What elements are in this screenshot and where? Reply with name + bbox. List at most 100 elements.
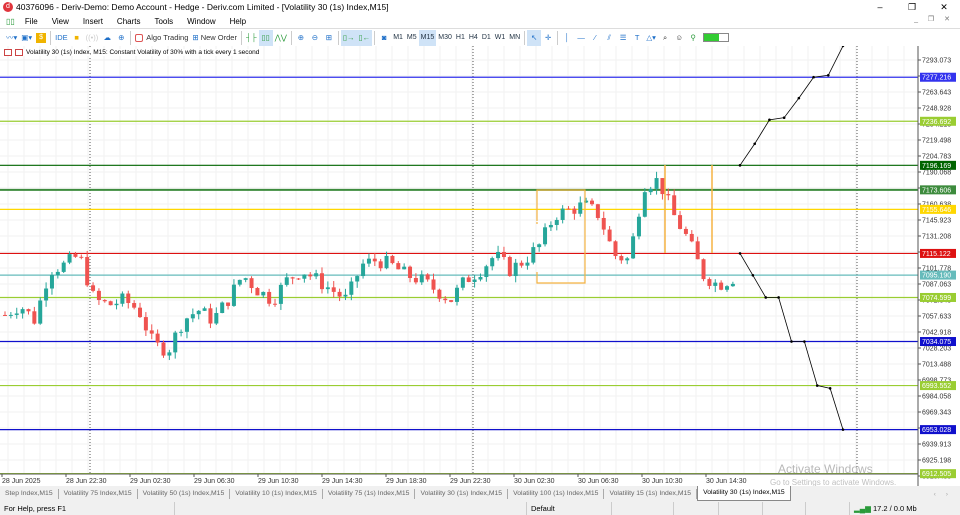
chart-tab[interactable]: Volatility 10 (1s) Index,M15 [230,489,323,499]
minimize-button[interactable]: – [864,0,896,14]
level-price-label: 6993.552 [922,383,951,390]
grid-icon[interactable]: ⊞ [322,30,336,46]
tab-scroll-arrows[interactable]: ‹ › [934,491,960,498]
bull-candle [484,266,489,278]
text-icon[interactable]: T [630,30,644,46]
search-icon[interactable]: ⌕ [658,30,672,46]
menu-file[interactable]: File [18,17,45,26]
trendline-icon[interactable]: ⁄ [588,30,602,46]
line-chart-icon[interactable]: ⋀⋁ [273,30,289,46]
menu-insert[interactable]: Insert [76,17,110,26]
signal-icon: ▂▄▆ [854,504,873,513]
chart-tab[interactable]: Volatility 50 (1s) Index,M15 [138,489,231,499]
projection-point [797,96,801,100]
account-icon[interactable]: ☺ [672,30,686,46]
zoom-in-icon[interactable]: ⊕ [294,30,308,46]
bar-chart-icon[interactable]: ┤├ [244,30,259,46]
bull-candle [525,262,530,266]
price-chart[interactable]: 7293.0737278.3587263.6437248.9287234.213… [0,46,960,486]
bull-candle [314,273,319,277]
timeframe-h4[interactable]: H4 [467,34,480,41]
crosshair-icon[interactable]: ✛ [541,30,555,46]
algo-trading-button[interactable]: Algo Trading [133,30,190,46]
channel-icon[interactable]: ⫽ [602,30,616,46]
menu-charts[interactable]: Charts [110,17,148,26]
chart-tab[interactable]: Volatility 75 Index,M15 [59,489,138,499]
indicator-list-icon[interactable] [4,49,12,56]
timeframe-m5[interactable]: M5 [405,34,419,41]
projection-point [803,340,806,343]
bear-candle [390,255,395,264]
time-tick-label: 29 Jun 10:30 [258,478,299,485]
menu-view[interactable]: View [45,17,76,26]
bear-candle [108,301,113,306]
timeframe-h1[interactable]: H1 [454,34,467,41]
horizontal-line-icon[interactable]: — [574,30,588,46]
timeframe-m15[interactable]: M15 [418,29,437,46]
screenshot-icon[interactable]: ◙ [377,30,391,46]
close-button[interactable]: ✕ [928,0,960,14]
menu-tools[interactable]: Tools [147,17,180,26]
bear-candle [96,290,101,301]
bear-candle [296,278,301,280]
ide-button[interactable]: IDE [53,30,70,46]
level-price-label: 7095.190 [922,273,951,280]
chart-tab[interactable]: Volatility 30 (1s) Index,M15 [697,486,791,501]
strategy-tester-icon[interactable]: ■ [70,30,84,46]
signals-icon[interactable]: ((•)) [84,30,101,46]
symbol-icon[interactable] [15,49,23,56]
price-tick-label: 7013.488 [922,362,951,369]
bull-candle [419,274,424,283]
vps-icon[interactable]: ⊕ [114,30,128,46]
cloud-icon[interactable]: ☁ [100,30,114,46]
bear-candle [91,285,96,291]
menu-help[interactable]: Help [223,17,253,26]
chart-shift-icon[interactable]: ▯← [356,29,373,46]
bull-candle [284,277,289,285]
vertical-line-icon[interactable]: │ [560,30,574,46]
chart-menu-icon[interactable]: ▯▯ [0,17,18,26]
chart-tab[interactable]: Volatility 100 (1s) Index,M15 [508,489,605,499]
status-traffic: ▂▄▆ 17.2 / 0.0 Mb [850,502,921,515]
price-tick-label: 7042.918 [922,330,951,337]
auto-scroll-icon[interactable]: ▯→ [340,29,357,46]
projection-point [738,252,742,255]
bear-candle [396,263,401,270]
bull-candle [554,219,559,225]
bear-candle [437,289,442,299]
templates-icon[interactable]: ▣▾ [19,30,34,46]
bull-candle [179,331,184,333]
chart-tab[interactable]: Volatility 75 (1s) Index,M15 [323,489,416,499]
bear-candle [267,291,272,304]
mdi-window-buttons[interactable]: _ ❐ ✕ [914,15,954,23]
legend-text: Volatility 30 (1s) Index, M15: Constant … [26,49,260,56]
shapes-icon[interactable]: △▾ [644,30,658,46]
restore-button[interactable]: ❐ [896,0,928,14]
timeframe-w1[interactable]: W1 [493,34,508,41]
bull-candle [8,314,13,316]
status-help: For Help, press F1 [0,502,175,515]
bull-candle [231,284,236,306]
chart-tab[interactable]: Volatility 15 (1s) Index,M15 [604,489,698,499]
time-tick-label: 30 Jun 14:30 [706,478,747,485]
new-order-button[interactable]: ⊞ New Order [190,30,239,46]
timeframe-mn[interactable]: MN [507,34,522,41]
timeframe-d1[interactable]: D1 [480,34,493,41]
menu-window[interactable]: Window [180,17,222,26]
bear-candle [249,278,254,289]
fibonacci-icon[interactable]: ☰ [616,30,630,46]
connection-icon[interactable]: ⚲ [686,30,700,46]
bear-candle [660,178,665,195]
timeframe-m1[interactable]: M1 [391,34,405,41]
bear-candle [155,333,160,343]
bull-candle [654,178,659,189]
timeframe-m30[interactable]: M30 [436,34,454,41]
candlestick-icon[interactable]: ▯▯ [258,29,273,46]
market-icon[interactable]: $ [34,30,48,46]
zoom-out-icon[interactable]: ⊖ [308,30,322,46]
price-tick-label: 7204.783 [922,154,951,161]
chart-tab[interactable]: Step Index,M15 [0,489,59,499]
chart-tab[interactable]: Volatility 30 (1s) Index,M15 [415,489,509,499]
cursor-icon[interactable]: ↖ [527,29,542,46]
chart-type-icon[interactable]: 〰▾ [4,30,19,46]
